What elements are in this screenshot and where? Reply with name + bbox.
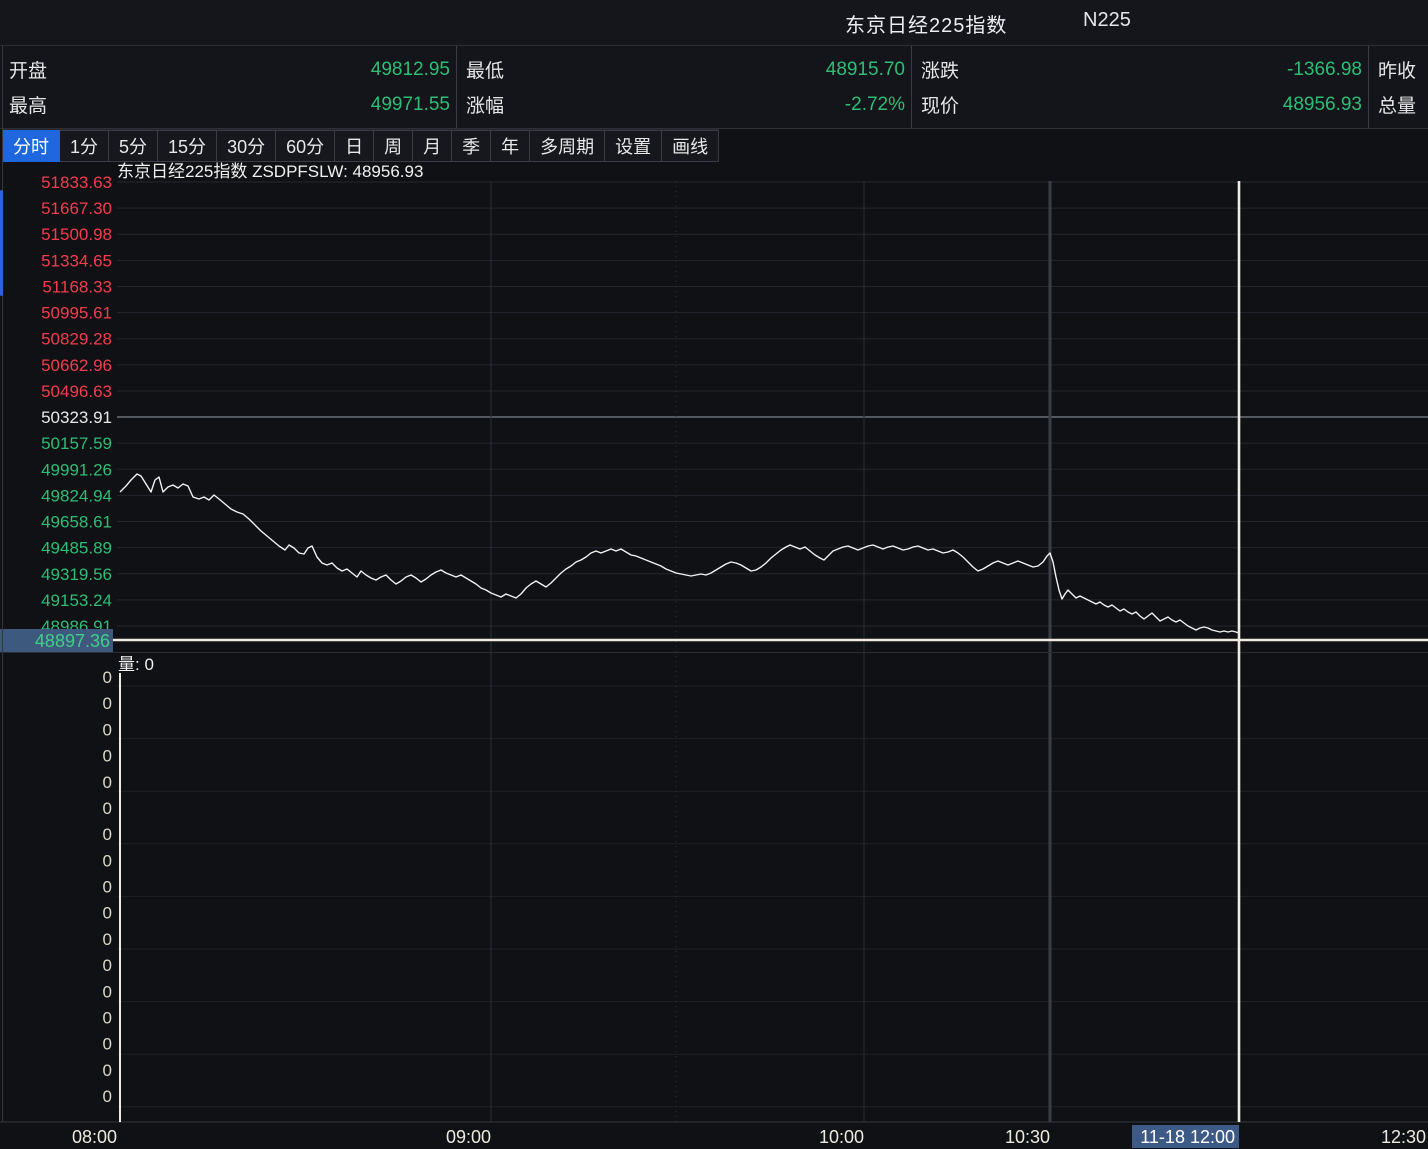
- left-scrollbar-thumb[interactable]: [0, 190, 3, 296]
- x-axis-label: 12:30: [1381, 1127, 1426, 1147]
- volume-zero-label: 0: [103, 694, 112, 713]
- x-axis-label: 10:30: [1005, 1127, 1050, 1147]
- volume-zero-label: 0: [103, 982, 112, 1001]
- trading-app-window: 东京日经225指数 N225 开盘49812.95最高49971.55最低489…: [0, 0, 1428, 1149]
- y-axis-label: 49824.94: [41, 486, 112, 505]
- y-axis-label: 50995.61: [41, 304, 112, 323]
- y-axis-label: 50662.96: [41, 356, 112, 375]
- volume-header: 量: 0: [118, 655, 154, 674]
- y-axis-label: 50829.28: [41, 330, 112, 349]
- volume-zero-label: 0: [103, 668, 112, 687]
- price-line: [120, 474, 1239, 633]
- y-axis-label: 51500.98: [41, 225, 112, 244]
- volume-zero-label: 0: [103, 851, 112, 870]
- crosshair-price-tag: 48897.36: [35, 631, 110, 651]
- y-axis-label: 50323.91: [41, 408, 112, 427]
- y-axis-label: 51334.65: [41, 251, 112, 270]
- chart-overlay-title: 东京日经225指数 ZSDPFSLW: 48956.93: [117, 162, 423, 181]
- x-axis-label: 10:00: [819, 1127, 864, 1147]
- volume-zero-label: 0: [103, 956, 112, 975]
- volume-zero-label: 0: [103, 1061, 112, 1080]
- volume-zero-label: 0: [103, 904, 112, 923]
- y-axis-label: 51168.33: [42, 277, 112, 296]
- y-axis-label: 50157.59: [41, 434, 112, 453]
- volume-zero-label: 0: [103, 825, 112, 844]
- volume-zero-label: 0: [103, 747, 112, 766]
- x-axis-label: 08:00: [72, 1127, 117, 1147]
- y-axis-label: 49658.61: [41, 513, 112, 532]
- y-axis-label: 50496.63: [41, 382, 112, 401]
- y-axis-label: 49319.56: [41, 565, 112, 584]
- y-axis-label: 49485.89: [41, 539, 112, 558]
- volume-zero-label: 0: [103, 1035, 112, 1054]
- x-axis-label: 09:00: [446, 1127, 491, 1147]
- volume-zero-label: 0: [103, 773, 112, 792]
- volume-zero-label: 0: [103, 930, 112, 949]
- volume-zero-label: 0: [103, 878, 112, 897]
- y-axis-label: 49153.24: [41, 591, 112, 610]
- y-axis-label: 51667.30: [41, 199, 112, 218]
- y-axis-label: 49991.26: [41, 460, 112, 479]
- y-axis-label: 51833.63: [41, 173, 112, 192]
- volume-zero-label: 0: [103, 1008, 112, 1027]
- volume-zero-label: 0: [103, 799, 112, 818]
- volume-zero-label: 0: [103, 1087, 112, 1106]
- volume-zero-label: 0: [103, 720, 112, 739]
- chart-area[interactable]: 51833.63 51667.30 51500.98 51334.65 51168.33…: [0, 0, 1428, 1149]
- crosshair-time-tag: 11-18 12:00: [1140, 1127, 1235, 1147]
